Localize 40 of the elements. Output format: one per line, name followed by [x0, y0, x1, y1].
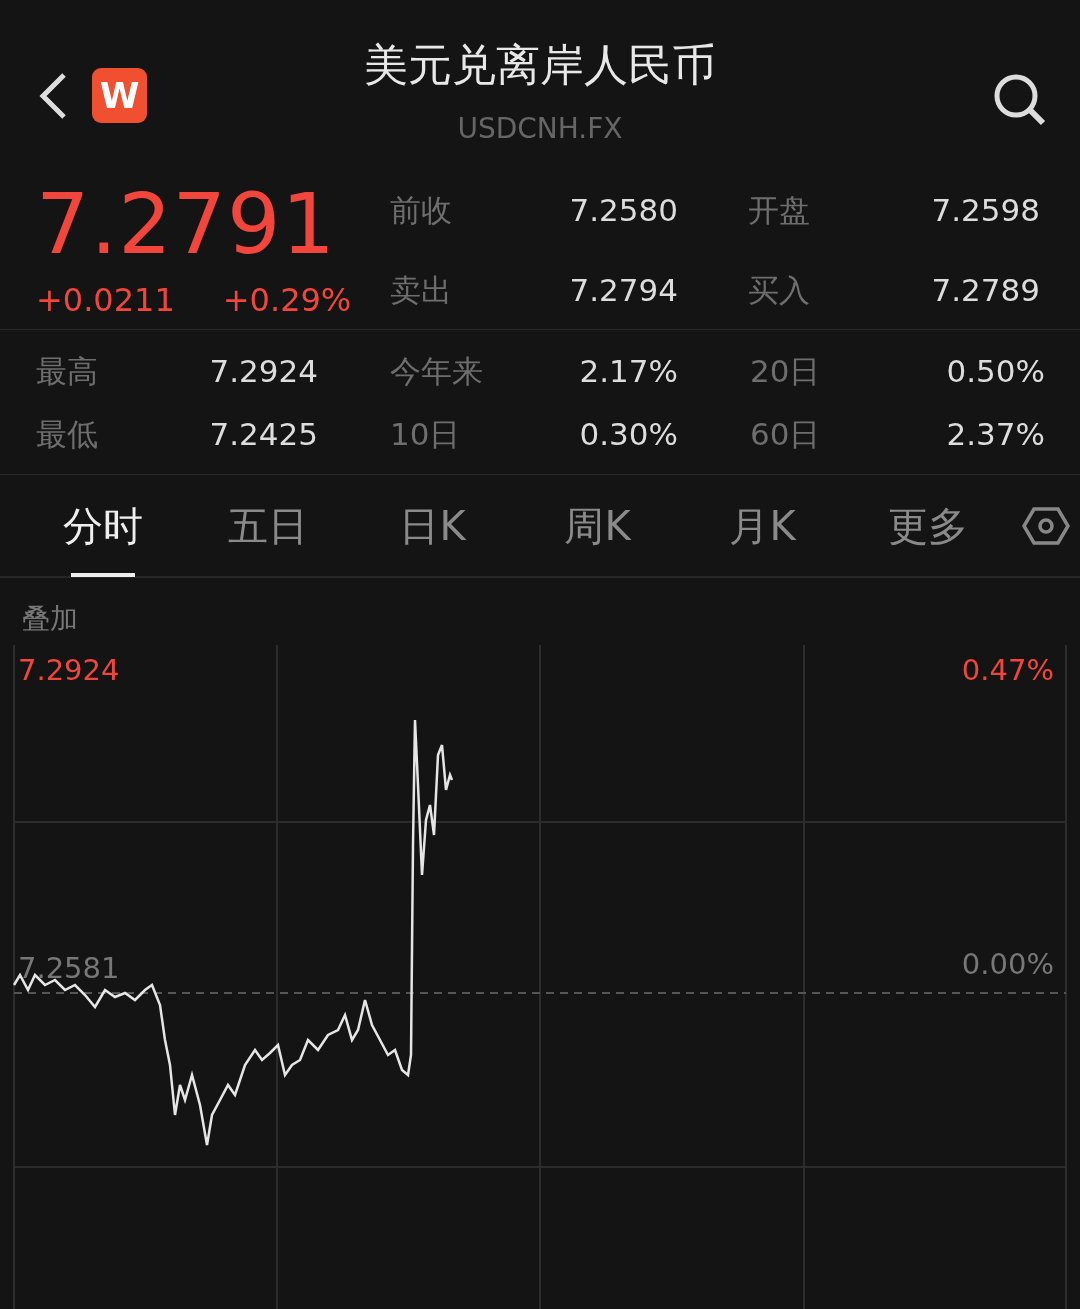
stat-value: 7.2425 [208, 415, 318, 455]
stat-label: 最低 [36, 415, 99, 455]
search-icon[interactable] [992, 72, 1046, 126]
stat-value: 7.2580 [568, 190, 678, 230]
stat-label: 卖出 [390, 270, 453, 310]
last-price: 7.2791 [36, 182, 337, 266]
stat-label: 开盘 [747, 190, 811, 230]
stat-value: 2.37% [945, 415, 1045, 455]
page-title: 美元兑离岸人民币 [363, 38, 717, 92]
symbol-code: USDCNH.FX [456, 111, 624, 147]
chart-tab[interactable]: 月K [680, 474, 845, 577]
stat-label: 60日 [749, 415, 822, 455]
chart-tab[interactable]: 分时 [20, 474, 185, 577]
stat-label: 10日 [389, 415, 462, 455]
chart-tab[interactable]: 日K [350, 474, 515, 577]
chart-tab[interactable]: 周K [515, 474, 680, 577]
stat-value: 7.2794 [568, 270, 678, 310]
stat-value: 7.2789 [930, 270, 1040, 310]
stat-value: 7.2598 [930, 190, 1040, 230]
stat-label: 最高 [36, 352, 99, 392]
stat-label: 今年来 [389, 352, 484, 392]
settings-icon[interactable] [1022, 505, 1070, 546]
chart-tab[interactable]: 更多 [845, 474, 1010, 577]
chart-tab[interactable]: 五日 [185, 474, 350, 577]
price-change: +0.0211 [36, 280, 175, 321]
app-logo: W [92, 68, 147, 123]
stat-label: 买入 [747, 270, 811, 310]
percent-change: +0.29% [222, 280, 352, 321]
stat-label: 20日 [749, 352, 822, 392]
stat-value: 0.30% [578, 415, 678, 455]
axis-label: 7.2581 [18, 950, 120, 987]
stat-value: 7.2924 [208, 352, 318, 392]
axis-label: 0.47% [961, 652, 1054, 689]
stat-value: 2.17% [578, 352, 678, 392]
back-icon[interactable] [38, 72, 68, 120]
axis-label: 0.00% [961, 946, 1054, 983]
stat-label: 前收 [390, 190, 453, 230]
axis-label: 7.2924 [18, 652, 120, 689]
stat-value: 0.50% [945, 352, 1045, 392]
overlay-label[interactable]: 叠加 [22, 602, 78, 635]
